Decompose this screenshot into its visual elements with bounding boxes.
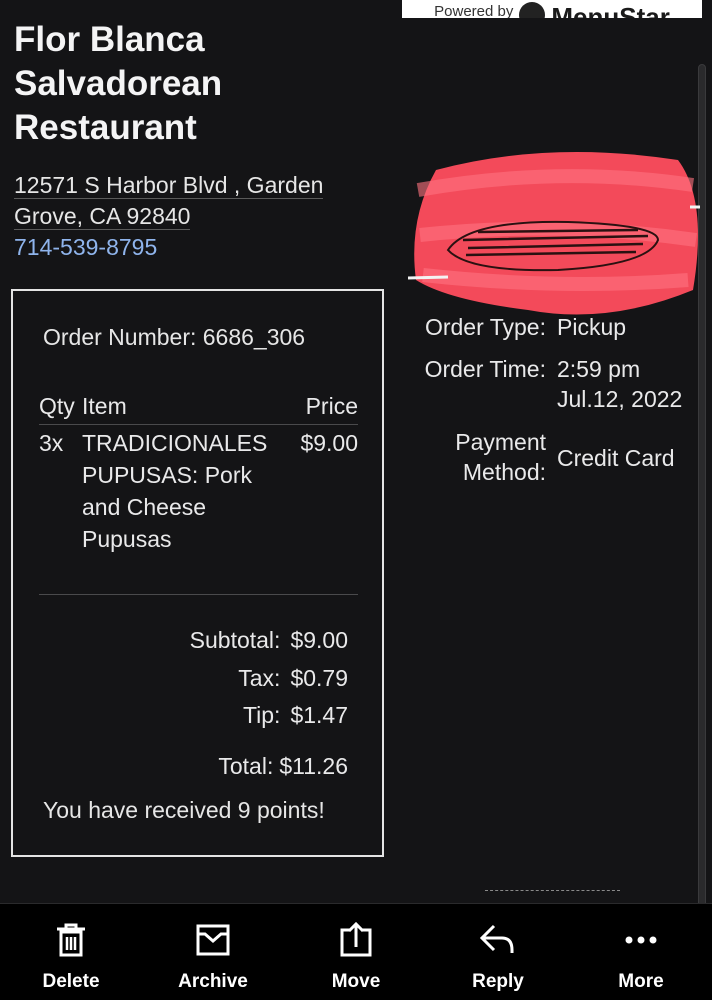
powered-by-badge: Powered by MenuStar bbox=[402, 0, 702, 18]
order-time-value: 2:59 pm bbox=[557, 356, 641, 382]
item-price: $9.00 bbox=[300, 430, 358, 456]
restaurant-address[interactable]: 12571 S Harbor Blvd , Garden Grove, CA 9… bbox=[14, 170, 394, 232]
reply-label: Reply bbox=[472, 971, 524, 992]
archive-button[interactable]: Archive bbox=[158, 904, 268, 1000]
trash-icon bbox=[57, 923, 85, 957]
points-message: You have received 9 points! bbox=[43, 797, 325, 823]
address-line-2[interactable]: Grove, CA 92840 bbox=[14, 203, 191, 230]
more-button[interactable]: More bbox=[586, 904, 696, 1000]
item-name-line: PUPUSAS: Pork bbox=[82, 462, 252, 488]
restaurant-name: Flor Blanca Salvadorean Restaurant bbox=[14, 20, 223, 147]
tip-label: Tip: bbox=[242, 702, 281, 728]
receipt-panel: Order Number: 6686_306 Qty Item Price 3x… bbox=[11, 289, 384, 857]
divider bbox=[39, 594, 358, 595]
bottom-toolbar: Delete Archive Move Reply More bbox=[0, 903, 712, 1000]
move-folder-icon bbox=[340, 921, 372, 957]
column-item: Item bbox=[82, 393, 127, 419]
more-dots-icon bbox=[625, 936, 657, 944]
tax-value: $0.79 bbox=[290, 665, 348, 691]
tip-row: Tip: $1.47 bbox=[243, 702, 348, 729]
total-value: $11.26 bbox=[279, 753, 348, 779]
column-price: Price bbox=[305, 393, 358, 419]
payment-method-value: Credit Card bbox=[557, 445, 675, 471]
item-name-line: TRADICIONALES bbox=[82, 430, 268, 456]
menustar-logo-icon bbox=[519, 2, 546, 18]
item-qty: 3x bbox=[39, 430, 64, 456]
reply-button[interactable]: Reply bbox=[443, 904, 553, 1000]
order-type-value: Pickup bbox=[557, 314, 627, 340]
archive-icon bbox=[196, 924, 230, 956]
subtotal-value: $9.00 bbox=[290, 627, 348, 653]
item-name: TRADICIONALES PUPUSAS: Pork and Cheese P… bbox=[82, 427, 292, 555]
redaction-scribble bbox=[408, 152, 700, 315]
payment-method-label-2: Method: bbox=[462, 459, 546, 485]
restaurant-phone-link[interactable]: 714-539-8795 bbox=[14, 232, 157, 263]
menustar-brand: MenuStar bbox=[551, 2, 670, 18]
more-label: More bbox=[618, 971, 664, 992]
payment-method-label-1: Payment bbox=[455, 429, 546, 455]
order-date-value: Jul.12, 2022 bbox=[557, 386, 683, 412]
move-button[interactable]: Move bbox=[301, 904, 411, 1000]
reply-icon bbox=[479, 924, 514, 953]
tax-row: Tax: $0.79 bbox=[238, 665, 348, 692]
delete-button[interactable]: Delete bbox=[16, 904, 126, 1000]
order-time-label: Order Time: bbox=[424, 356, 546, 382]
archive-label: Archive bbox=[178, 971, 248, 992]
delete-label: Delete bbox=[42, 971, 100, 992]
total-row: Total: $11.26 bbox=[218, 753, 348, 780]
subtotal-label: Subtotal: bbox=[189, 627, 281, 653]
order-number-value: 6686_306 bbox=[202, 324, 306, 350]
total-label: Total: bbox=[218, 753, 274, 779]
tip-value: $1.47 bbox=[290, 702, 348, 728]
move-label: Move bbox=[331, 971, 381, 992]
address-line-1[interactable]: 12571 S Harbor Blvd , Garden bbox=[14, 172, 324, 199]
powered-by-text: Powered by bbox=[434, 3, 514, 19]
item-name-line: and Cheese bbox=[82, 494, 207, 520]
tax-label: Tax: bbox=[238, 665, 281, 691]
order-type-label: Order Type: bbox=[424, 314, 546, 340]
subtotal-row: Subtotal: $9.00 bbox=[190, 627, 348, 654]
order-number-label: Order Number: bbox=[43, 324, 197, 350]
items-table-header: Qty Item Price bbox=[39, 393, 358, 425]
divider bbox=[485, 890, 620, 891]
order-number: Order Number: 6686_306 bbox=[43, 324, 305, 351]
column-qty: Qty bbox=[39, 393, 75, 419]
item-name-line: Pupusas bbox=[82, 526, 172, 552]
